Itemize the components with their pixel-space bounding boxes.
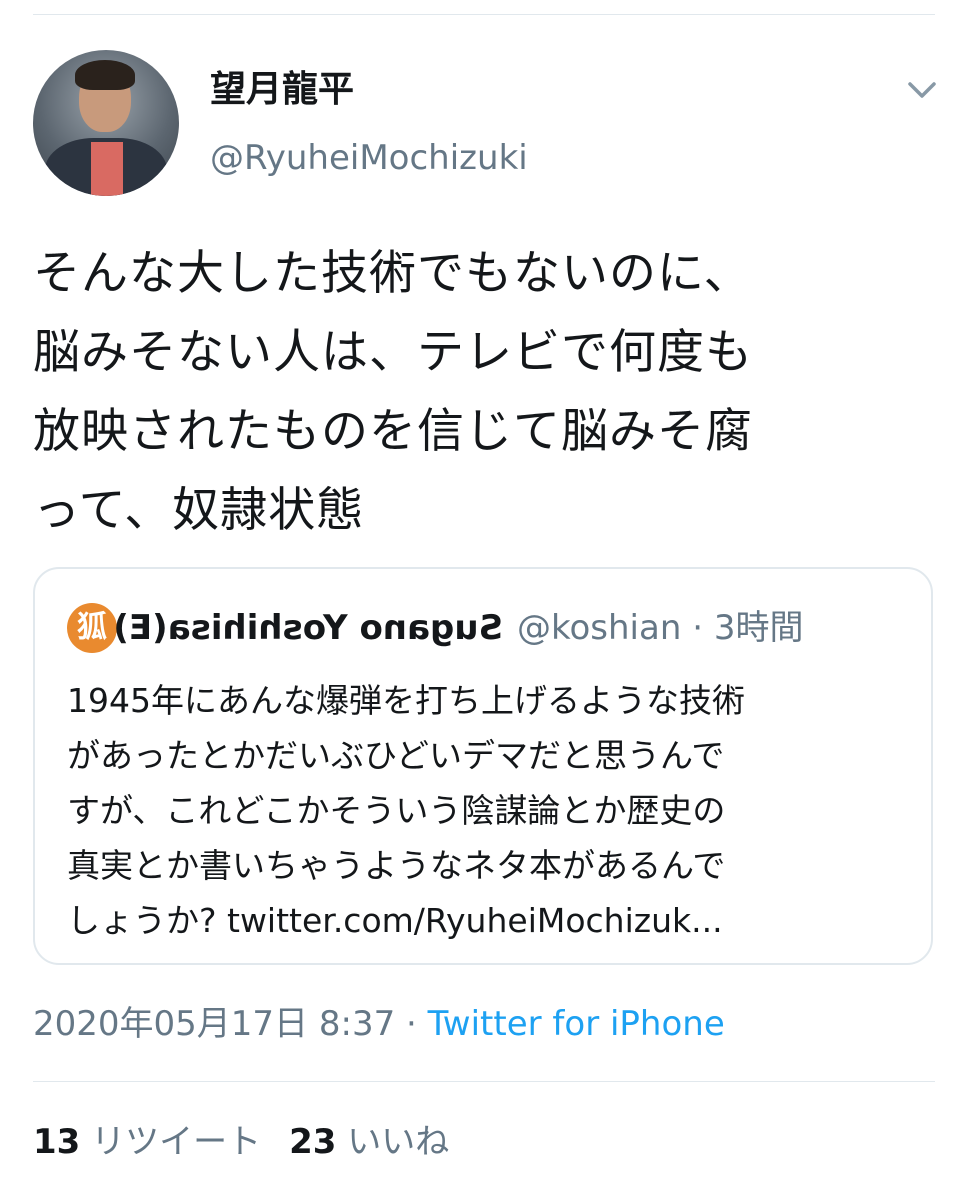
- quoted-line: があったとかだいぶひどいデマだと思うんで: [67, 736, 725, 775]
- likes-stat[interactable]: 23 いいね: [289, 1122, 449, 1162]
- tweet-line: そんな大した技術でもないのに、: [33, 246, 752, 301]
- quoted-line: 1945年にあんな爆弾を打ち上げるような技術: [67, 681, 745, 720]
- quoted-line: すが、これどこかそういう陰謀論とか歴史の: [67, 791, 726, 830]
- author-display-name[interactable]: 望月龍平: [210, 68, 354, 112]
- tweet-meta: 2020年05月17日 8:37 · Twitter for iPhone: [33, 1000, 725, 1048]
- quoted-separator: ·: [692, 608, 703, 648]
- quoted-author-display-name: Sugano Yoshihisa(E): [113, 608, 503, 648]
- meta-separator: ·: [406, 1004, 417, 1044]
- quoted-tweet-card[interactable]: 狐 Sugano Yoshihisa(E) @koshian · 3時間 194…: [33, 567, 933, 965]
- retweets-stat[interactable]: 13 リツイート: [33, 1122, 261, 1162]
- quoted-author-handle: @koshian: [517, 608, 682, 648]
- quoted-line: しょうか? twitter.com/RyuheiMochizuk...: [67, 901, 723, 940]
- quoted-author-avatar: 狐: [67, 603, 117, 653]
- likes-count: 23: [289, 1122, 337, 1162]
- tweet-source-link[interactable]: Twitter for iPhone: [428, 1004, 725, 1044]
- tweet-line: 放映されたものを信じて脳みそ腐: [33, 404, 753, 459]
- tweet-stats: 13 リツイート 23 いいね: [33, 1118, 449, 1166]
- tweet-line: 脳みそない人は、テレビで何度も: [33, 325, 753, 380]
- author-handle[interactable]: @RyuheiMochizuki: [210, 136, 528, 180]
- quoted-author-meta: @koshian · 3時間: [517, 603, 803, 653]
- tweet-line: って、奴隷状態: [33, 483, 365, 538]
- retweets-label: リツイート: [91, 1122, 262, 1162]
- quoted-line: 真実とか書いちゃうようなネタ本があるんで: [67, 846, 726, 885]
- likes-label: いいね: [347, 1122, 450, 1162]
- quoted-time: 3時間: [713, 608, 804, 648]
- stats-divider: [33, 1081, 935, 1082]
- chevron-down-icon[interactable]: [902, 74, 942, 106]
- tweet-timestamp[interactable]: 2020年05月17日 8:37: [33, 1004, 395, 1044]
- top-divider: [33, 14, 935, 15]
- tweet-text: そんな大した技術でもないのに、 脳みそない人は、テレビで何度も 放映されたものを…: [33, 234, 943, 550]
- retweets-count: 13: [33, 1122, 81, 1162]
- author-avatar[interactable]: [33, 50, 179, 196]
- quoted-tweet-text: 1945年にあんな爆弾を打ち上げるような技術 があったとかだいぶひどいデマだと思…: [67, 673, 907, 948]
